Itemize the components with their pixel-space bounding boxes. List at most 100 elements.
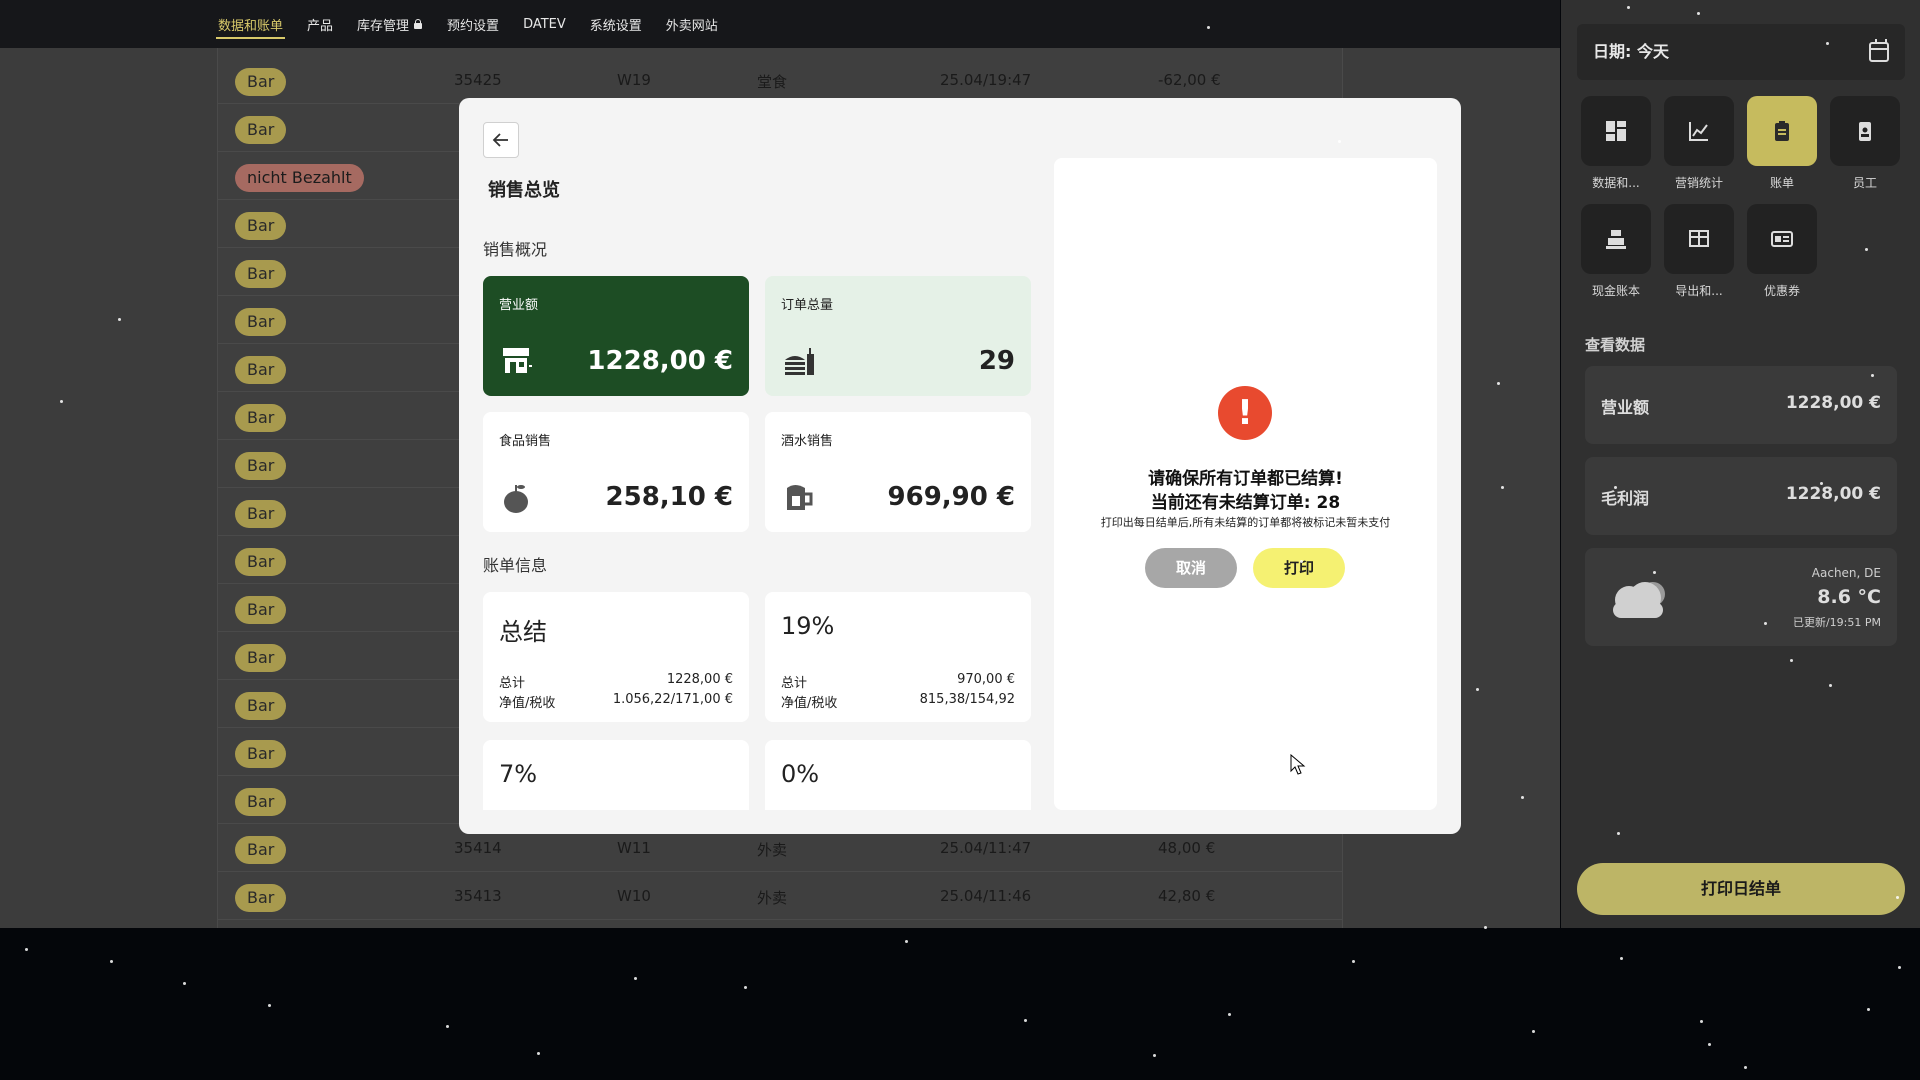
nav-delivery-site[interactable]: 外卖网站	[666, 0, 718, 48]
card-value: 1228,00 €	[587, 346, 733, 376]
order-amount: 48,00 €	[1158, 839, 1216, 857]
tile-staff[interactable]: 员工	[1830, 96, 1900, 191]
status-badge: Bar	[235, 68, 287, 96]
tile-label: 优惠券	[1763, 284, 1800, 298]
date-selector[interactable]: 日期: 今天	[1577, 24, 1905, 80]
back-button[interactable]	[483, 122, 519, 158]
star	[1620, 957, 1623, 960]
stat-revenue[interactable]: 营业额 1228,00 €	[1585, 366, 1897, 444]
bill-summary-card: 总结 总计 1228,00 € 净值/税收 1.056,22/171,00 €	[483, 592, 749, 722]
status-badge: Bar	[235, 884, 287, 912]
order-time: 25.04/11:46	[940, 887, 1032, 905]
print-confirm-panel: ! 请确保所有订单都已结算! 当前还有未结算订单: 28 打印出每日结单后,所有…	[1054, 158, 1437, 810]
nav-inventory[interactable]: 库存管理	[357, 0, 423, 48]
table-export-icon	[1664, 204, 1734, 274]
print-button[interactable]: 打印	[1253, 548, 1345, 588]
sales-overview-modal: 销售总览 销售概况 营业额 1228,00 € 订单总量 29 食品销售 258…	[459, 98, 1461, 834]
bill-head: 0%	[781, 760, 820, 788]
lock-icon	[413, 19, 423, 29]
bill-net-value: 1.056,22/171,00 €	[612, 692, 733, 707]
order-table: W11	[617, 839, 651, 857]
bill-19-percent-card: 19% 总计 970,00 € 净值/税收 815,38/154,92	[765, 592, 1031, 722]
nav-datev[interactable]: DATEV	[523, 0, 566, 48]
status-badge: Bar	[235, 836, 287, 864]
tile-label: 导出和...	[1675, 284, 1723, 298]
order-amount: -62,00 €	[1158, 71, 1221, 89]
card-drink-sales[interactable]: 酒水销售 969,90 €	[765, 412, 1031, 532]
warning-note: 打印出每日结单后,所有未结算的订单都将被标记未暂未支付	[1100, 516, 1391, 529]
status-badge: Bar	[235, 452, 287, 480]
status-badge: Bar	[235, 356, 287, 384]
bill-0-percent-card: 0%	[765, 740, 1031, 810]
star	[1024, 1019, 1027, 1022]
star	[183, 982, 186, 985]
food-icon	[785, 348, 814, 375]
status-badge: Bar	[235, 212, 287, 240]
star	[1532, 1030, 1535, 1033]
status-badge: Bar	[235, 308, 287, 336]
stat-value: 1228,00 €	[1785, 393, 1881, 413]
tile-label: 营销统计	[1674, 176, 1723, 190]
order-table: W19	[617, 71, 651, 89]
card-food-sales[interactable]: 食品销售 258,10 €	[483, 412, 749, 532]
order-id: 35414	[454, 839, 502, 857]
order-id: 35413	[454, 887, 502, 905]
modal-title: 销售总览	[488, 180, 560, 201]
order-time: 25.04/19:47	[940, 71, 1032, 89]
status-badge: nicht Bezahlt	[235, 164, 364, 192]
tile-label: 数据和...	[1592, 176, 1640, 190]
tile-cash-book[interactable]: 现金账本	[1581, 204, 1651, 299]
store-icon	[503, 348, 532, 373]
bill-head: 7%	[499, 760, 538, 788]
star	[1700, 1020, 1703, 1023]
clipboard-icon	[1747, 96, 1817, 166]
star	[1898, 966, 1901, 969]
stat-gross-profit[interactable]: 毛利润 1228,00 €	[1585, 457, 1897, 535]
star	[744, 986, 747, 989]
nav-data-and-bills[interactable]: 数据和账单	[215, 0, 286, 48]
bill-head: 总结	[499, 618, 547, 646]
arrow-left-icon	[492, 133, 508, 147]
card-order-count[interactable]: 订单总量 29	[765, 276, 1031, 396]
status-badge: Bar	[235, 500, 287, 528]
nav-reservations[interactable]: 预约设置	[447, 0, 499, 48]
status-badge: Bar	[235, 644, 287, 672]
card-value: 969,90 €	[887, 482, 1015, 512]
status-badge: Bar	[235, 740, 287, 768]
card-label: 营业额	[499, 298, 539, 313]
card-revenue[interactable]: 营业额 1228,00 €	[483, 276, 749, 396]
star	[634, 977, 637, 980]
table-row[interactable]: Bar 35413 W10 外卖 25.04/11:46 42,80 €	[217, 872, 1343, 920]
coupon-icon	[1747, 204, 1817, 274]
bill-net-value: 815,38/154,92	[919, 692, 1015, 707]
cancel-button[interactable]: 取消	[1145, 548, 1237, 588]
id-badge-icon	[1830, 96, 1900, 166]
nav-system-settings[interactable]: 系统设置	[590, 0, 642, 48]
star	[25, 948, 28, 951]
order-type: 外卖	[757, 841, 788, 859]
star	[905, 940, 908, 943]
tile-marketing-stats[interactable]: 营销统计	[1664, 96, 1734, 191]
status-badge: Bar	[235, 404, 287, 432]
cash-register-icon	[1581, 204, 1651, 274]
beer-icon	[787, 485, 813, 510]
print-daily-report-button[interactable]: 打印日结单	[1577, 863, 1905, 915]
table-row[interactable]: Bar 35425 W19 堂食 25.04/19:47 -62,00 €	[217, 56, 1343, 104]
tile-bills[interactable]: 账单	[1747, 96, 1817, 191]
weather-updated: 已更新/19:51 PM	[1792, 616, 1881, 629]
bill-total-label: 总计	[781, 676, 808, 691]
order-type: 外卖	[757, 889, 788, 907]
card-label: 订单总量	[781, 298, 834, 313]
dashboard-icon	[1581, 96, 1651, 166]
mouse-cursor-icon	[1290, 754, 1306, 775]
nav-products[interactable]: 产品	[307, 0, 333, 48]
date-label: 日期: 今天	[1593, 42, 1669, 61]
tile-export[interactable]: 导出和...	[1664, 204, 1734, 299]
order-time: 25.04/11:47	[940, 839, 1032, 857]
top-navigation: 数据和账单 产品 库存管理 预约设置 DATEV 系统设置 外卖网站	[0, 0, 1560, 48]
calendar-icon[interactable]	[1869, 39, 1889, 62]
bill-net-line: 净值/税收 815,38/154,92	[781, 692, 1015, 711]
bill-total-label: 总计	[499, 676, 526, 691]
tile-coupons[interactable]: 优惠券	[1747, 204, 1817, 299]
tile-data[interactable]: 数据和...	[1581, 96, 1651, 191]
